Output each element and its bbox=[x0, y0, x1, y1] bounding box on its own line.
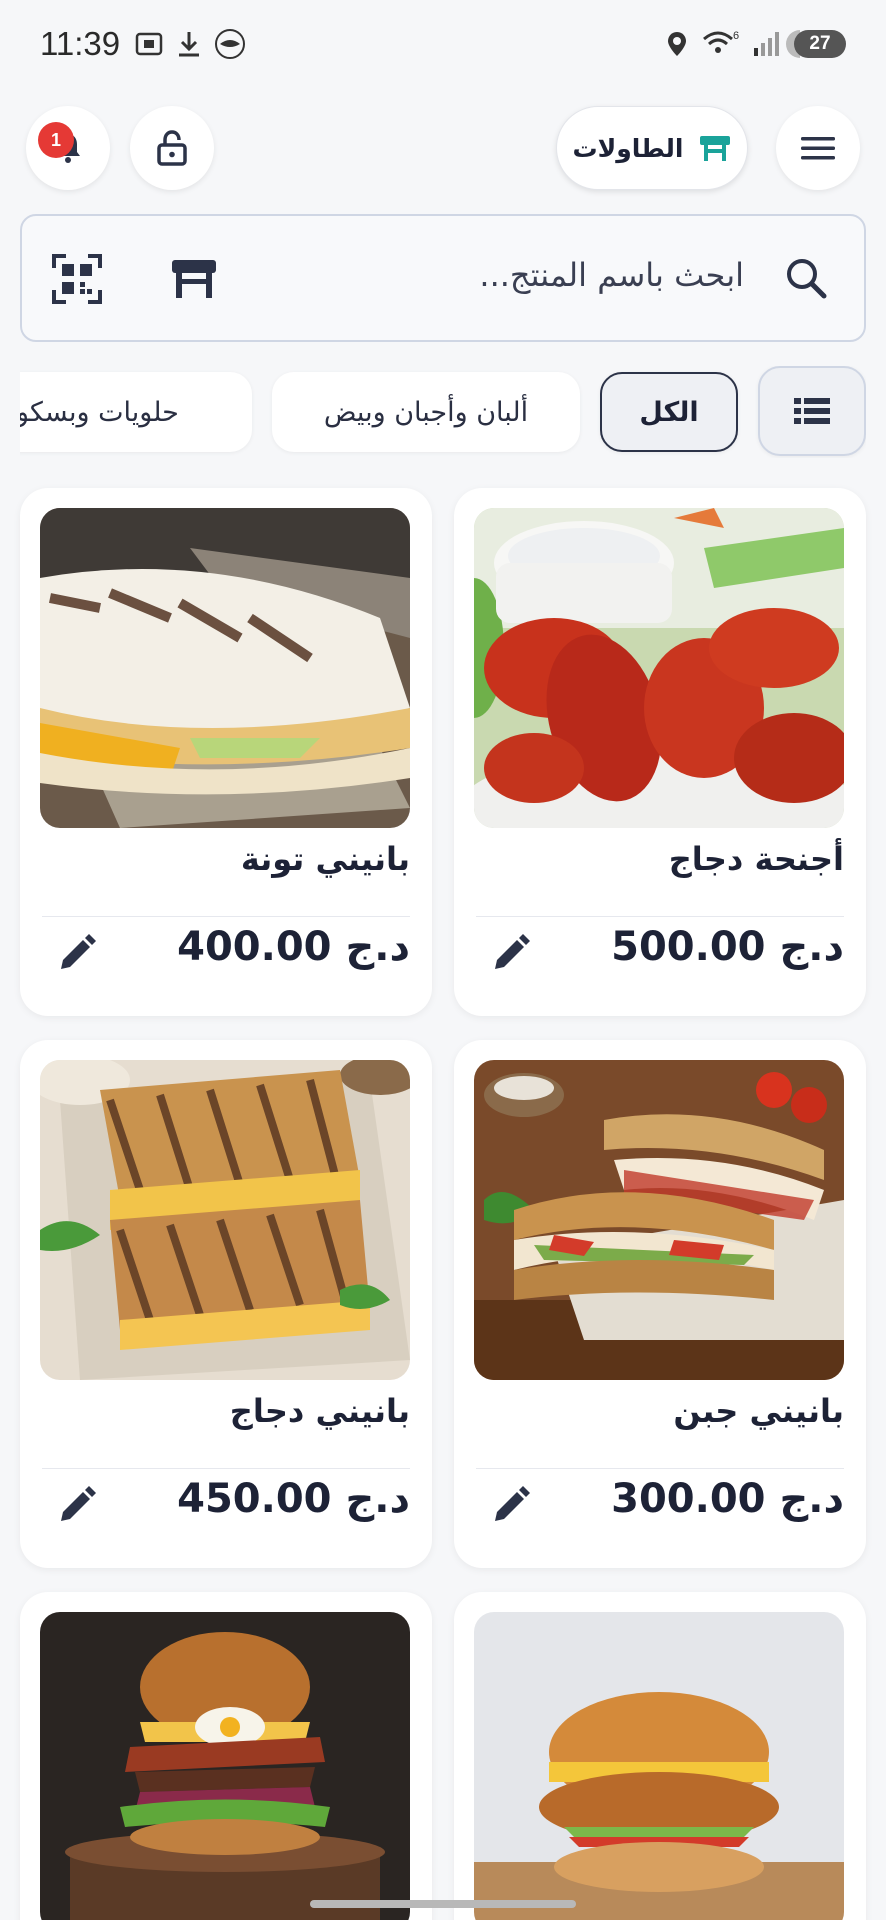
tables-button[interactable]: الطاولات bbox=[556, 106, 748, 190]
price-value: 400.00 bbox=[177, 924, 332, 970]
search-icon bbox=[787, 259, 827, 299]
lock-button[interactable] bbox=[130, 106, 214, 190]
edit-icon[interactable] bbox=[490, 934, 530, 974]
app-logo-icon bbox=[215, 29, 246, 59]
product-card[interactable]: بانيني دجاج 450.00 د.ج bbox=[20, 1040, 432, 1568]
product-price: 400.00 د.ج bbox=[177, 924, 410, 970]
list-view-icon bbox=[794, 398, 830, 424]
hamburger-icon bbox=[801, 137, 835, 160]
product-image-chicken-burger bbox=[474, 1612, 844, 1920]
search-bar[interactable]: ابحث باسم المنتج... bbox=[20, 214, 866, 342]
edit-icon[interactable] bbox=[490, 1486, 530, 1526]
category-chip-dairy[interactable]: ألبان وأجبان وبيض bbox=[272, 372, 580, 452]
product-image-cheese-panini bbox=[474, 1060, 844, 1380]
category-chip-all[interactable]: الكل bbox=[600, 372, 738, 452]
edit-icon[interactable] bbox=[56, 934, 96, 974]
top-action-bar: 1 الطاولات bbox=[0, 104, 886, 190]
product-image-chicken-wings bbox=[474, 508, 844, 828]
category-list-toggle[interactable] bbox=[758, 366, 866, 456]
card-divider bbox=[42, 916, 410, 917]
price-currency: د.ج bbox=[345, 924, 410, 970]
product-price: 450.00 د.ج bbox=[177, 1476, 410, 1522]
status-left: 11:39 bbox=[40, 25, 246, 63]
battery-indicator: 27 bbox=[786, 30, 846, 58]
notifications-button[interactable]: 1 bbox=[26, 106, 110, 190]
product-name: أجنحة دجاج bbox=[668, 840, 844, 878]
price-value: 450.00 bbox=[177, 1476, 332, 1522]
product-name: بانيني دجاج bbox=[229, 1392, 410, 1430]
price-value: 300.00 bbox=[611, 1476, 766, 1522]
lock-icon bbox=[157, 130, 187, 166]
screenshot-icon bbox=[135, 32, 163, 56]
notification-badge: 1 bbox=[38, 122, 74, 158]
store-table-icon bbox=[699, 136, 730, 161]
qr-scan-icon[interactable] bbox=[52, 254, 102, 304]
price-currency: د.ج bbox=[779, 924, 844, 970]
product-price: 300.00 د.ج bbox=[611, 1476, 844, 1522]
product-image-tuna-panini bbox=[40, 508, 410, 828]
location-icon bbox=[668, 32, 686, 56]
status-time: 11:39 bbox=[40, 25, 121, 62]
edit-icon[interactable] bbox=[56, 1486, 96, 1526]
download-icon bbox=[179, 32, 200, 57]
product-price: 500.00 د.ج bbox=[611, 924, 844, 970]
price-currency: د.ج bbox=[779, 1476, 844, 1522]
table-filter-icon[interactable] bbox=[170, 258, 218, 300]
status-right: 6 27 bbox=[666, 29, 846, 59]
home-indicator[interactable] bbox=[310, 1900, 576, 1908]
price-currency: د.ج bbox=[345, 1476, 410, 1522]
status-bar: 11:39 6 27 bbox=[0, 0, 886, 88]
card-divider bbox=[476, 916, 844, 917]
product-card[interactable]: بانيني تونة 400.00 د.ج bbox=[20, 488, 432, 1016]
wifi-label: 6 bbox=[733, 30, 739, 42]
product-image-chicken-panini bbox=[40, 1060, 410, 1380]
signal-icon bbox=[754, 32, 779, 56]
card-divider bbox=[42, 1468, 410, 1469]
category-filter-bar: الكل ألبان وأجبان وبيض حلويات وبسكويت bbox=[20, 366, 866, 458]
product-name: بانيني تونة bbox=[240, 840, 410, 878]
tables-label: الطاولات bbox=[572, 133, 684, 163]
card-divider bbox=[476, 1468, 844, 1469]
product-card[interactable]: بانيني جبن 300.00 د.ج bbox=[454, 1040, 866, 1568]
menu-button[interactable] bbox=[776, 106, 860, 190]
product-card[interactable] bbox=[20, 1592, 432, 1920]
search-input[interactable]: ابحث باسم المنتج... bbox=[479, 256, 744, 294]
status-notification-icons bbox=[134, 28, 246, 60]
product-image-bacon-burger bbox=[40, 1612, 410, 1920]
product-card[interactable] bbox=[454, 1592, 866, 1920]
category-chip-sweets[interactable]: حلويات وبسكويت bbox=[20, 372, 252, 452]
wifi-icon: 6 bbox=[703, 30, 739, 53]
price-value: 500.00 bbox=[611, 924, 766, 970]
product-name: بانيني جبن bbox=[673, 1392, 844, 1430]
product-card[interactable]: أجنحة دجاج 500.00 د.ج bbox=[454, 488, 866, 1016]
